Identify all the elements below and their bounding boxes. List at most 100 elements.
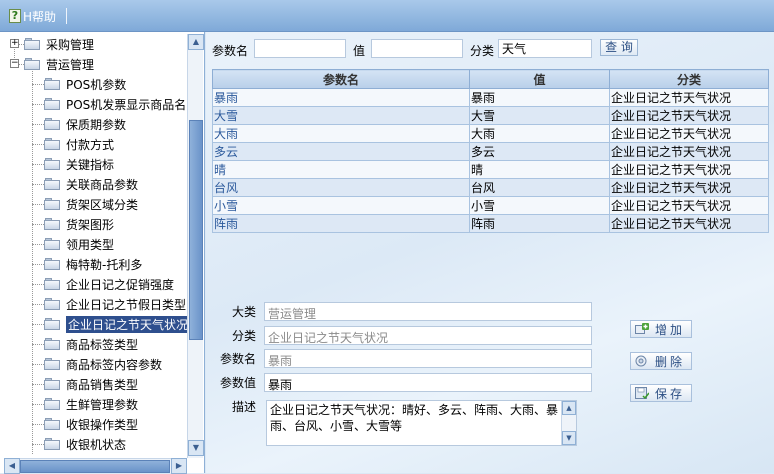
tree-parent-node[interactable]: − 营运管理 bbox=[4, 54, 187, 74]
expand-icon[interactable]: + bbox=[10, 39, 19, 48]
tree-child-node[interactable]: 领用类型 bbox=[4, 234, 187, 254]
save-button-label: 保存 bbox=[655, 386, 686, 401]
value-cell[interactable]: 暴雨 bbox=[469, 88, 610, 107]
category-cell[interactable]: 企业日记之节天气状况 bbox=[609, 88, 769, 107]
help-button[interactable]: ? H帮助 bbox=[9, 8, 56, 24]
param-name-cell[interactable]: 小雪 bbox=[212, 196, 470, 215]
tree-child-node[interactable]: 关联商品参数 bbox=[4, 174, 187, 194]
table-row[interactable]: 大雪 大雪 企业日记之节天气状况 bbox=[212, 106, 769, 125]
collapse-icon[interactable]: − bbox=[10, 59, 19, 68]
table-row[interactable]: 暴雨 暴雨 企业日记之节天气状况 bbox=[212, 88, 769, 107]
tree-node-label: 企业日记之节假日类型 bbox=[66, 298, 187, 312]
category-cell[interactable]: 企业日记之节天气状况 bbox=[609, 160, 769, 179]
category-cell[interactable]: 企业日记之节天气状况 bbox=[609, 124, 769, 143]
filter-param-name-input[interactable] bbox=[254, 39, 346, 58]
major-field[interactable]: 营运管理 bbox=[264, 302, 592, 321]
tree-hscroll-thumb[interactable] bbox=[20, 460, 170, 473]
category-cell[interactable]: 企业日记之节天气状况 bbox=[609, 196, 769, 215]
tree-child-node[interactable]: 货架图形 bbox=[4, 214, 187, 234]
tree-parent-node[interactable]: + 采购管理 bbox=[4, 34, 187, 54]
column-header[interactable]: 参数名 bbox=[212, 69, 470, 89]
table-row[interactable]: 晴晴企业日记之节天气状况 bbox=[212, 160, 769, 179]
category-cell[interactable]: 企业日记之节天气状况 bbox=[609, 178, 769, 197]
value-cell[interactable]: 小雪 bbox=[469, 196, 610, 215]
tree-child-node[interactable]: 商品标签类型 bbox=[4, 334, 187, 354]
tree-child-node[interactable]: 梅特勒-托利多 bbox=[4, 254, 187, 274]
value-cell[interactable]: 晴 bbox=[469, 160, 610, 179]
tree-child-node[interactable]: 商品标签内容参数 bbox=[4, 354, 187, 374]
folder-icon bbox=[44, 178, 60, 190]
tree-child-node[interactable]: 货架区域分类 bbox=[4, 194, 187, 214]
folder-body bbox=[24, 60, 40, 70]
tree-horizontal-scrollbar[interactable]: ◀ ▶ bbox=[4, 458, 187, 474]
scroll-up-arrow-icon[interactable]: ▲ bbox=[562, 401, 576, 415]
tree-guide-line bbox=[32, 164, 44, 165]
tree-node-label: 采购管理 bbox=[46, 38, 95, 52]
tree-child-node[interactable]: 保质期参数 bbox=[4, 114, 187, 134]
table-row[interactable]: 小雪 小雪 企业日记之节天气状况 bbox=[212, 196, 769, 215]
tree-guide-line bbox=[32, 224, 44, 225]
tree-scroll-thumb[interactable] bbox=[189, 120, 203, 340]
query-button[interactable]: 查 询 bbox=[600, 39, 638, 56]
filter-category-input[interactable] bbox=[498, 39, 592, 58]
scroll-left-arrow-icon[interactable]: ◀ bbox=[4, 458, 20, 474]
scroll-down-arrow-icon[interactable]: ▼ bbox=[188, 440, 204, 456]
tree-child-node[interactable]: 企业日记之促销强度 bbox=[4, 274, 187, 294]
param-name-cell[interactable]: 暴雨 bbox=[212, 88, 470, 107]
category-cell[interactable]: 企业日记之节天气状况 bbox=[609, 214, 769, 233]
column-header[interactable]: 分类 bbox=[609, 69, 769, 89]
filter-value-input[interactable] bbox=[371, 39, 463, 58]
category-cell[interactable]: 企业日记之节天气状况 bbox=[609, 142, 769, 161]
description-scrollbar[interactable]: ▲ ▼ bbox=[561, 401, 576, 445]
scroll-down-arrow-icon[interactable]: ▼ bbox=[562, 431, 576, 445]
param-name-cell[interactable]: 阵雨 bbox=[212, 214, 470, 233]
tree-node-label: 营运管理 bbox=[46, 58, 95, 72]
description-textarea[interactable]: 企业日记之节天气状况：晴好、多云、阵雨、大雨、暴雨、台风、小雪、大雪等 ▲ ▼ bbox=[266, 400, 577, 446]
tree-child-node[interactable]: 生鲜管理参数 bbox=[4, 394, 187, 414]
tree-node-label: 领用类型 bbox=[66, 238, 115, 252]
param-name-field[interactable]: 暴雨 bbox=[264, 349, 592, 368]
scroll-right-arrow-icon[interactable]: ▶ bbox=[171, 458, 187, 474]
add-icon bbox=[635, 323, 649, 335]
tree-child-node[interactable]: 付款方式 bbox=[4, 134, 187, 154]
delete-icon bbox=[635, 355, 649, 367]
category-field[interactable]: 企业日记之节天气状况 bbox=[264, 326, 592, 345]
table-row[interactable]: 多云 多云 企业日记之节天气状况 bbox=[212, 142, 769, 161]
table-row[interactable]: 阵雨 阵雨 企业日记之节天气状况 bbox=[212, 214, 769, 233]
tree-guide-line bbox=[32, 244, 44, 245]
param-value-field[interactable]: 暴雨 bbox=[264, 373, 592, 392]
table-row[interactable]: 大雨 大雨 企业日记之节天气状况 bbox=[212, 124, 769, 143]
param-name-cell[interactable]: 多云 bbox=[212, 142, 470, 161]
param-name-cell[interactable]: 台风 bbox=[212, 178, 470, 197]
tree-child-node[interactable]: 收银操作类型 bbox=[4, 414, 187, 434]
tree-child-node[interactable]: 关键指标 bbox=[4, 154, 187, 174]
category-cell[interactable]: 企业日记之节天气状况 bbox=[609, 106, 769, 125]
value-cell[interactable]: 大雪 bbox=[469, 106, 610, 125]
folder-body bbox=[44, 420, 60, 430]
folder-body bbox=[44, 260, 60, 270]
tree-child-node[interactable]: 收银机状态 bbox=[4, 434, 187, 454]
scroll-up-arrow-icon[interactable]: ▲ bbox=[188, 34, 204, 50]
save-button[interactable]: 保存 bbox=[630, 384, 692, 402]
delete-button[interactable]: 删除 bbox=[630, 352, 692, 370]
tree-child-node[interactable]: 企业日记之节天气状况 bbox=[4, 314, 187, 334]
tree-child-node[interactable]: POS机参数 bbox=[4, 74, 187, 94]
tree-vertical-scrollbar[interactable]: ▲ ▼ bbox=[187, 34, 204, 458]
folder-icon bbox=[44, 398, 60, 410]
value-cell[interactable]: 阵雨 bbox=[469, 214, 610, 233]
folder-icon bbox=[44, 358, 60, 370]
param-name-cell[interactable]: 晴 bbox=[212, 160, 470, 179]
column-header[interactable]: 值 bbox=[469, 69, 610, 89]
value-cell[interactable]: 台风 bbox=[469, 178, 610, 197]
value-cell[interactable]: 多云 bbox=[469, 142, 610, 161]
param-name-cell[interactable]: 大雨 bbox=[212, 124, 470, 143]
tree-node-label: 收银操作类型 bbox=[66, 418, 139, 432]
value-cell[interactable]: 大雨 bbox=[469, 124, 610, 143]
tree-child-node[interactable]: 企业日记之节假日类型 bbox=[4, 294, 187, 314]
param-name-cell[interactable]: 大雪 bbox=[212, 106, 470, 125]
add-button[interactable]: 增加 bbox=[630, 320, 692, 338]
tree-node-label: 生鲜管理参数 bbox=[66, 398, 139, 412]
tree-child-node[interactable]: 商品销售类型 bbox=[4, 374, 187, 394]
tree-child-node[interactable]: POS机发票显示商品名 bbox=[4, 94, 187, 114]
table-row[interactable]: 台风 台风 企业日记之节天气状况 bbox=[212, 178, 769, 197]
